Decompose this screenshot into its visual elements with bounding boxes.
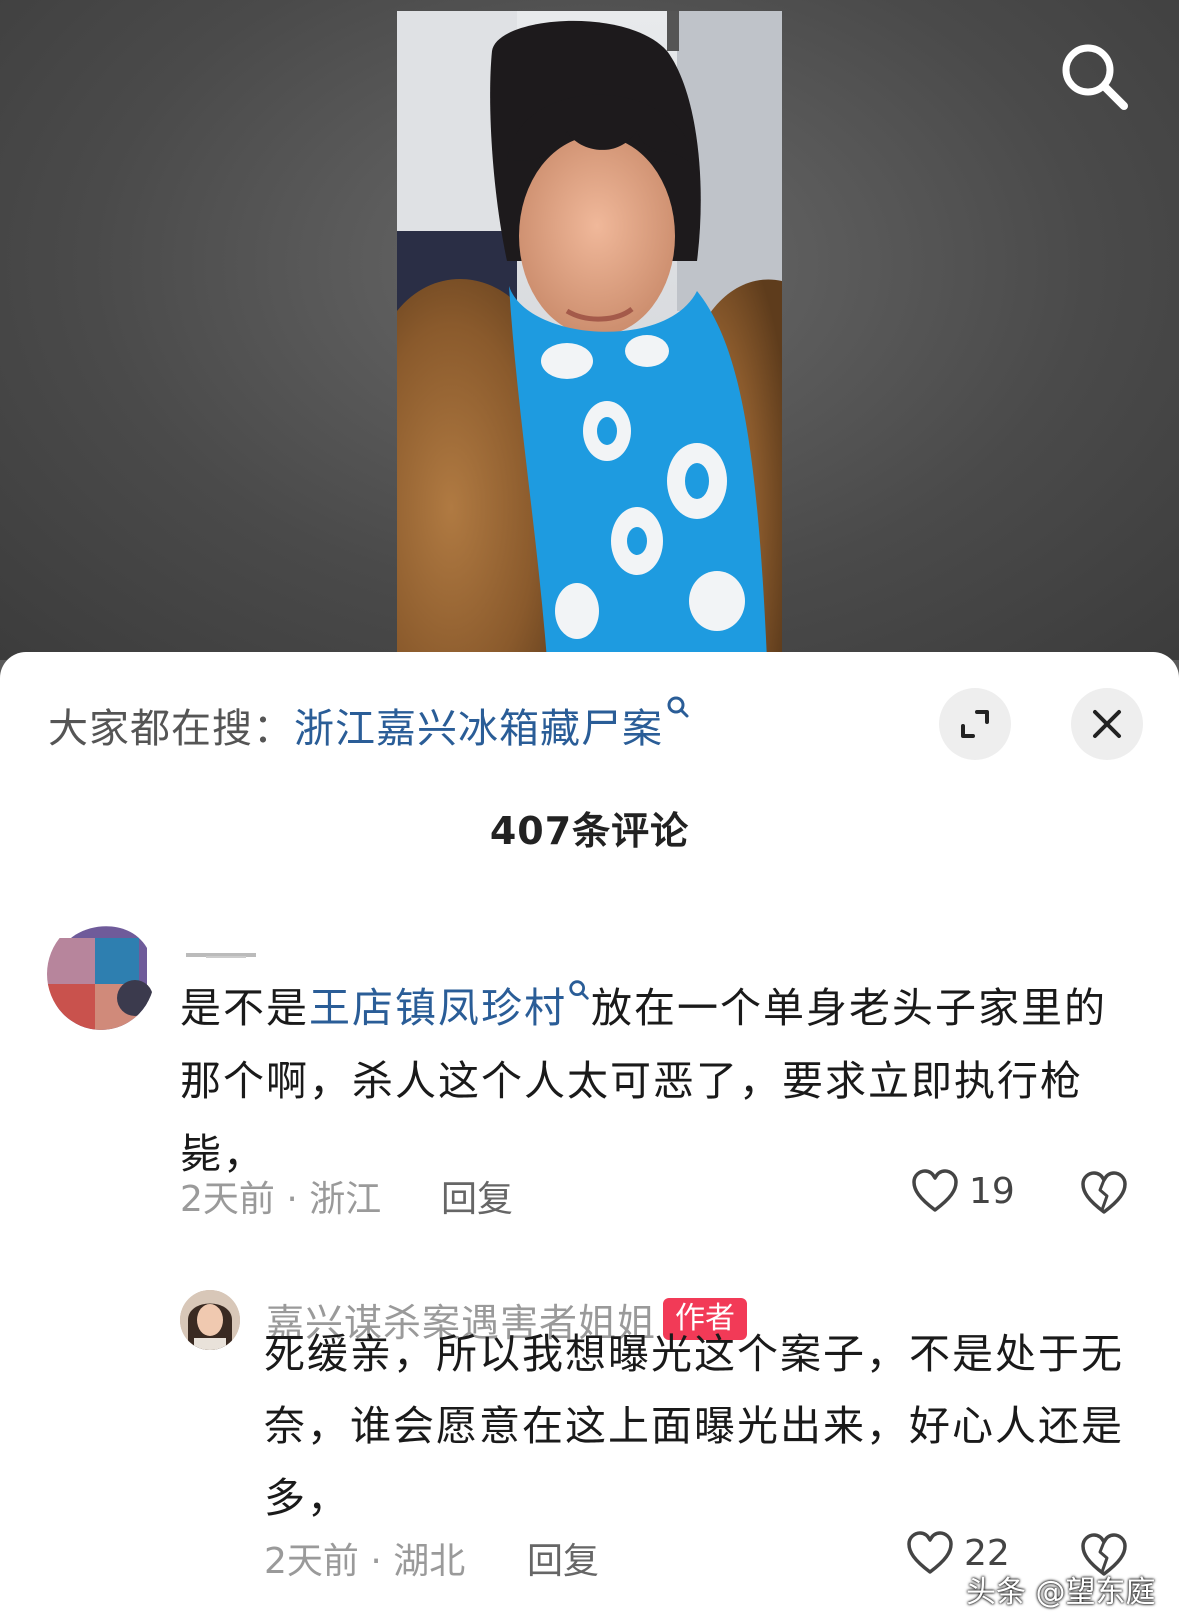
username-redacted bbox=[186, 948, 256, 958]
comments-sheet: 大家都在搜：浙江嘉兴冰箱藏尸案 407条评论 是不是王店镇凤珍村 放在一个单身老头… bbox=[0, 652, 1179, 1621]
hot-search-bar: 大家都在搜：浙江嘉兴冰箱藏尸案 bbox=[48, 696, 691, 754]
hot-search-prefix: 大家都在搜： bbox=[48, 706, 294, 752]
close-icon bbox=[1093, 710, 1121, 738]
broken-heart-icon bbox=[1081, 1171, 1127, 1214]
woman-photo bbox=[397, 11, 782, 660]
like-button[interactable]: 19 bbox=[911, 1168, 1015, 1214]
reply-reply-button[interactable]: 回复 bbox=[527, 1532, 599, 1584]
like-count: 19 bbox=[969, 1170, 1015, 1212]
close-button[interactable] bbox=[1071, 688, 1143, 760]
reply-meta: 2天前 · 湖北 bbox=[264, 1541, 466, 1582]
search-icon bbox=[569, 980, 589, 1000]
heart-icon bbox=[907, 1531, 953, 1574]
author-avatar-image bbox=[180, 1290, 240, 1350]
avatar[interactable] bbox=[47, 918, 155, 1030]
search-icon bbox=[1062, 44, 1128, 110]
dislike-button[interactable] bbox=[1080, 1170, 1128, 1220]
comment-text: 是不是王店镇凤珍村 放在一个单身老头子家里的那个啊，杀人这个人太可恶了，要求立即执… bbox=[180, 972, 1120, 1191]
reply-text: 死缓亲，所以我想曝光这个案子，不是处于无奈，谁会愿意在这上面曝光出来，好心人还是… bbox=[264, 1330, 1124, 1522]
search-icon bbox=[667, 696, 689, 718]
video-frame[interactable] bbox=[397, 11, 782, 660]
expand-icon bbox=[961, 710, 989, 738]
expand-button[interactable] bbox=[939, 688, 1011, 760]
search-button[interactable] bbox=[1056, 38, 1134, 116]
comment-meta: 2天前 · 浙江 bbox=[180, 1179, 382, 1220]
hot-search-keyword-link[interactable]: 浙江嘉兴冰箱藏尸案 bbox=[294, 706, 663, 752]
comment-text-before: 是不是 bbox=[180, 984, 309, 1032]
avatar-image bbox=[47, 918, 155, 1030]
author-avatar[interactable] bbox=[180, 1290, 240, 1350]
comment-keyword-link[interactable]: 王店镇凤珍村 bbox=[309, 984, 567, 1032]
heart-icon bbox=[912, 1169, 958, 1212]
reply-button[interactable]: 回复 bbox=[441, 1170, 513, 1222]
watermark: 头条 @望东庭 bbox=[966, 1575, 1156, 1610]
comments-count: 407条评论 bbox=[489, 809, 690, 853]
